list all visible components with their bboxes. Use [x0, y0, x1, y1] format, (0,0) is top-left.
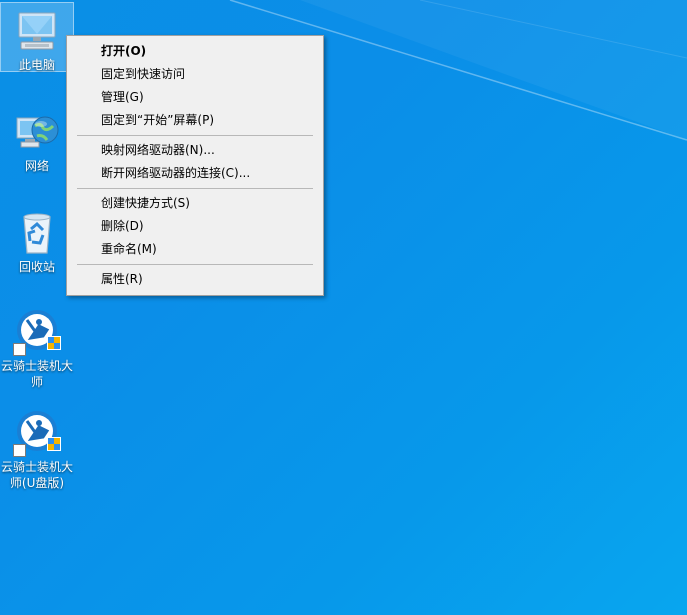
- desktop-icon-label: 网络: [24, 159, 49, 173]
- menu-item-disconnect-network-drive[interactable]: 断开网络驱动器的连接(C)...: [67, 162, 323, 185]
- network-icon: [13, 108, 61, 156]
- desktop-icon-yunqishi-usb[interactable]: 云骑士装机大师(U盘版): [0, 405, 74, 495]
- yunqishi-icon: [13, 308, 61, 356]
- desktop-icon-yunqishi[interactable]: 云骑士装机大师: [0, 304, 74, 394]
- menu-item-rename[interactable]: 重命名(M): [67, 238, 323, 261]
- menu-item-create-shortcut[interactable]: 创建快捷方式(S): [67, 192, 323, 215]
- menu-separator: [77, 264, 313, 265]
- menu-separator: [77, 135, 313, 136]
- desktop-icon-this-pc[interactable]: 此电脑: [0, 2, 74, 72]
- this-pc-icon: [13, 7, 61, 55]
- desktop-icon-label: 此电脑: [18, 58, 55, 72]
- menu-item-properties[interactable]: 属性(R): [67, 268, 323, 291]
- menu-item-manage[interactable]: 管理(G): [67, 86, 323, 109]
- shortcut-arrow-icon: [13, 444, 26, 457]
- desktop-icon-recycle-bin[interactable]: 回收站: [0, 205, 74, 275]
- desktop-icon-label: 云骑士装机大师: [1, 359, 74, 389]
- desktop-icon-label: 回收站: [18, 260, 55, 274]
- desktop-icon-label: 云骑士装机大师(U盘版): [1, 460, 74, 490]
- menu-item-pin-start[interactable]: 固定到“开始”屏幕(P): [67, 109, 323, 132]
- menu-item-map-network-drive[interactable]: 映射网络驱动器(N)...: [67, 139, 323, 162]
- menu-item-delete[interactable]: 删除(D): [67, 215, 323, 238]
- menu-item-pin-quick-access[interactable]: 固定到快速访问: [67, 63, 323, 86]
- shortcut-arrow-icon: [13, 343, 26, 356]
- desktop-icon-network[interactable]: 网络: [0, 104, 74, 174]
- yunqishi-usb-icon: [13, 409, 61, 457]
- context-menu: 打开(O) 固定到快速访问 管理(G) 固定到“开始”屏幕(P) 映射网络驱动器…: [66, 35, 324, 296]
- recycle-bin-icon: [13, 209, 61, 257]
- menu-item-open[interactable]: 打开(O): [67, 40, 323, 63]
- menu-separator: [77, 188, 313, 189]
